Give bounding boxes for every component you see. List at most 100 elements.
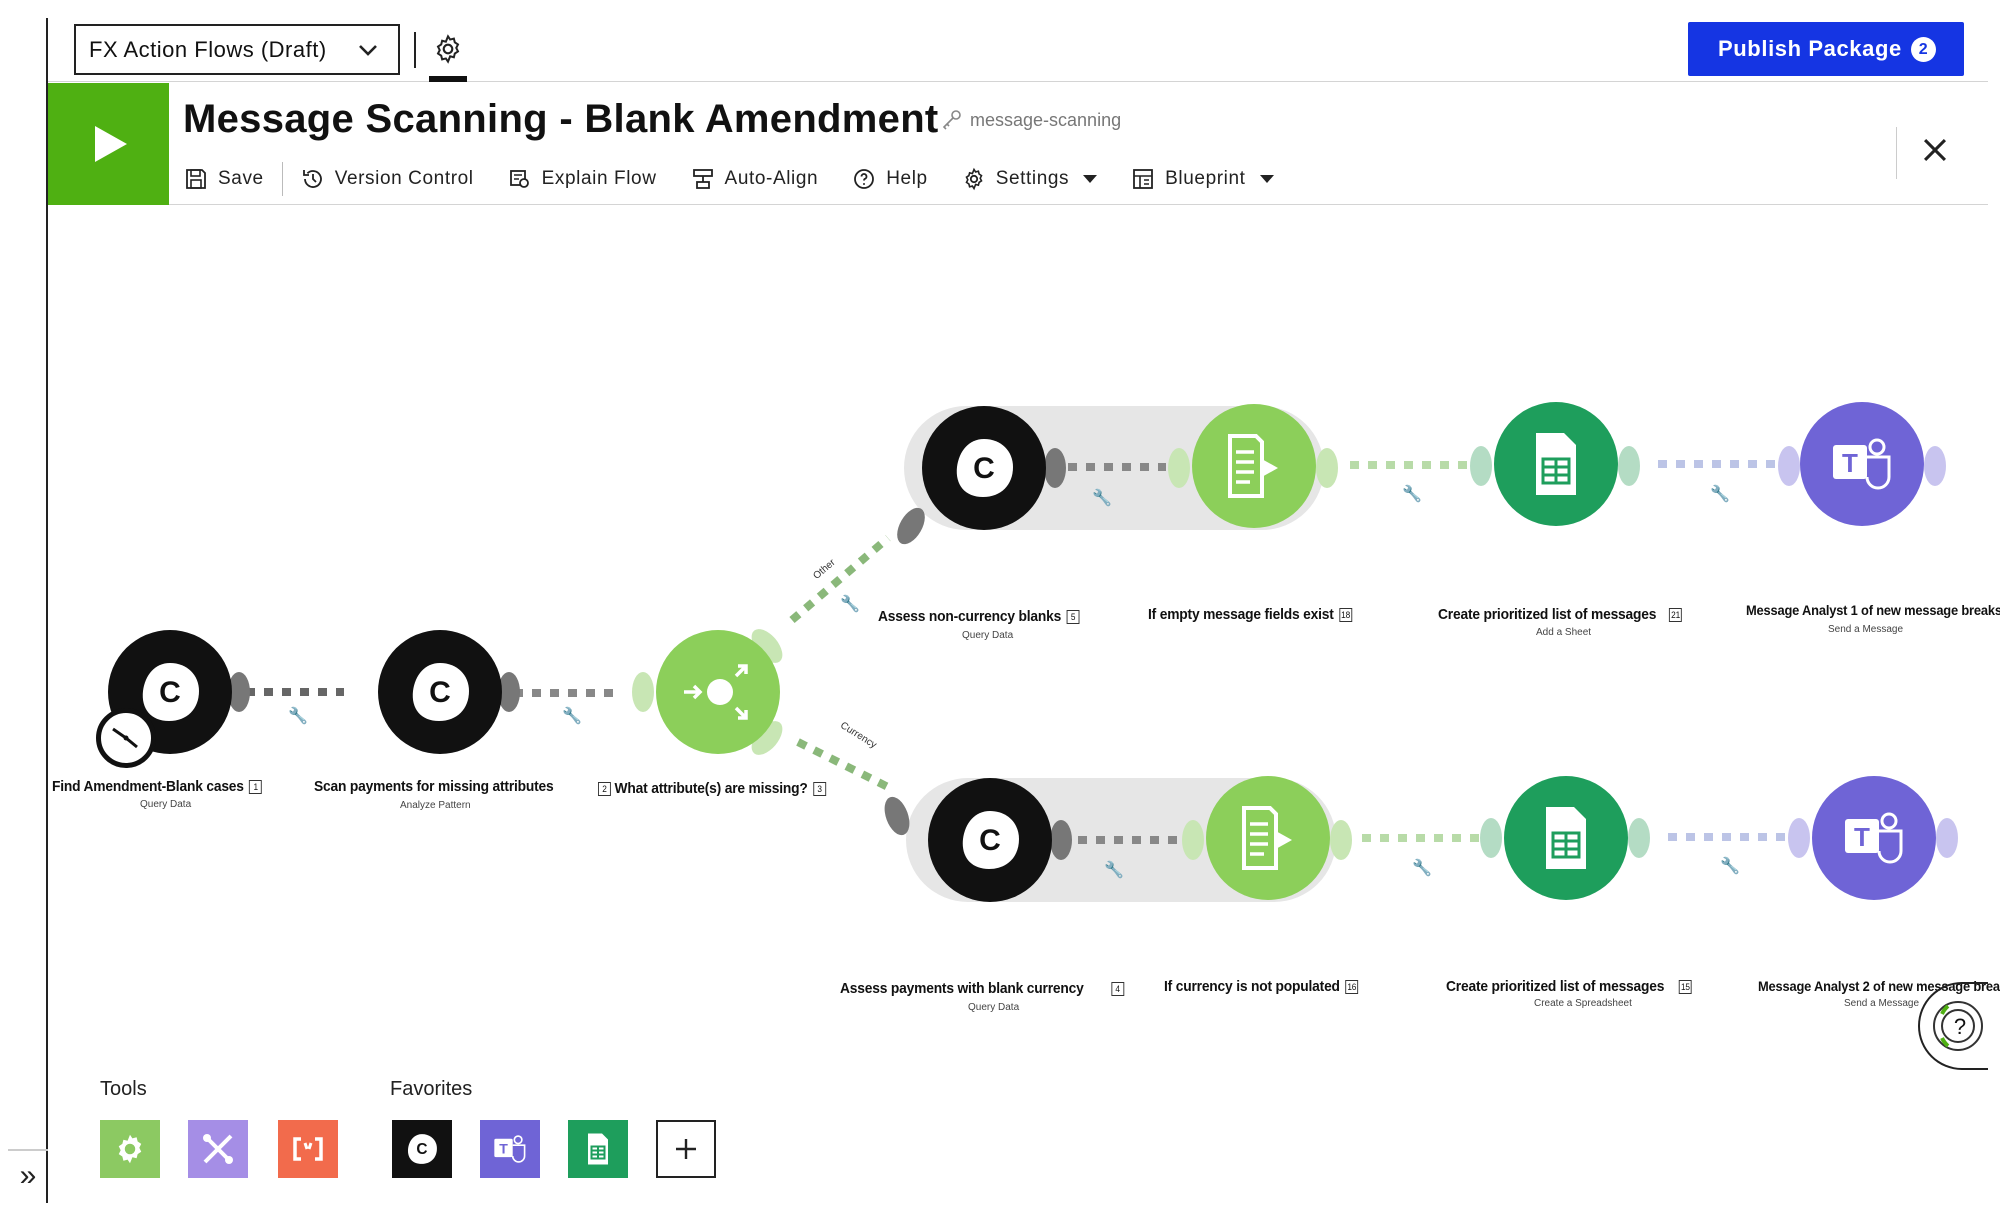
node-handle[interactable] (1330, 820, 1352, 860)
node-sublabel: Send a Message (1844, 998, 1920, 1009)
node-handle[interactable] (1480, 818, 1502, 858)
favorite-c-app-tile[interactable]: C (392, 1120, 452, 1178)
node-handle[interactable] (1316, 448, 1338, 488)
node-label: Message Analyst 1 of new message breaks (1746, 602, 2000, 618)
c-logo-icon: C (407, 1134, 437, 1164)
wrench-icon[interactable]: 🔧 (1104, 860, 1124, 880)
add-favorite-button[interactable] (656, 1120, 716, 1178)
auto-align-label: Auto-Align (724, 168, 819, 189)
node-message-analyst-1[interactable]: T (1800, 402, 1924, 526)
flow-key[interactable]: message-scanning (940, 108, 1121, 132)
run-flow-button[interactable] (48, 83, 169, 205)
wrench-icon[interactable]: 🔧 (840, 594, 860, 614)
node-handle[interactable] (1628, 818, 1650, 858)
node-message-analyst-2[interactable]: T (1812, 776, 1936, 900)
node-sublabel: Send a Message (1828, 624, 1904, 635)
flow-key-text: message-scanning (970, 109, 1122, 130)
node-label: Scan payments for missing attributes (314, 778, 554, 795)
header-divider (1896, 127, 1897, 179)
settings-label: Settings (995, 168, 1070, 189)
wrench-icon[interactable]: 🔧 (1402, 484, 1422, 504)
question-ring-icon: ? (1933, 1001, 1983, 1051)
close-icon[interactable] (1918, 133, 1952, 167)
favorite-sheets-tile[interactable] (568, 1120, 628, 1178)
node-if-empty-fields[interactable] (1192, 404, 1316, 528)
node-scan-payments[interactable]: C (378, 630, 502, 754)
explain-flow-button[interactable]: Explain Flow (508, 167, 657, 191)
node-handle[interactable] (1788, 818, 1810, 858)
gear-icon[interactable] (432, 33, 464, 65)
help-button[interactable]: Help (852, 167, 927, 191)
svg-text:T: T (499, 1140, 508, 1156)
favorites-title: Favorites (390, 1078, 473, 1100)
router-icon (684, 664, 748, 720)
node-label: Create prioritized list of messages 15 (1446, 978, 1692, 995)
wrench-icon[interactable]: 🔧 (1710, 484, 1730, 504)
node-handle[interactable] (1778, 446, 1800, 486)
flow-canvas[interactable]: 🔧 🔧 🔧 🔧 🔧 🔧 🔧 🔧 🔧 Other Currency C Find … (48, 206, 2000, 1126)
svg-text:C: C (979, 824, 1001, 857)
node-label: Create prioritized list of messages 21 (1438, 606, 1683, 623)
node-handle[interactable] (1470, 446, 1492, 486)
favorite-teams-tile[interactable]: T (480, 1120, 540, 1178)
publish-label: Publish Package (1718, 36, 1902, 61)
settings-dropdown[interactable]: Settings (962, 167, 1098, 191)
app-root: » FX Action Flows (Draft) Publish Packag… (0, 0, 2000, 1213)
wrench-icon[interactable]: 🔧 (1092, 488, 1112, 508)
node-label: Assess payments with blank currency 4 (840, 980, 1125, 997)
auto-align-button[interactable]: Auto-Align (691, 167, 819, 191)
node-sublabel: Query Data (968, 1002, 1020, 1013)
node-handle[interactable] (1936, 818, 1958, 858)
svg-text:T: T (1842, 448, 1858, 478)
node-label: 2 What attribute(s) are missing? 3 (598, 780, 827, 797)
blueprint-dropdown[interactable]: Blueprint (1131, 167, 1274, 191)
node-sublabel: Query Data (140, 799, 192, 810)
svg-text:C: C (973, 452, 995, 485)
c-logo-icon: C (956, 439, 1013, 497)
caret-down-icon (1259, 175, 1274, 183)
node-label: Assess non-currency blanks 5 (878, 608, 1080, 625)
publish-count-badge: 2 (1911, 37, 1936, 62)
tool-flow-control-tile[interactable] (188, 1120, 248, 1178)
wrench-icon[interactable]: 🔧 (288, 706, 308, 726)
tool-text-parser-tile[interactable] (278, 1120, 338, 1178)
tool-settings-tile[interactable] (100, 1120, 160, 1178)
node-assess-non-currency[interactable]: C (922, 406, 1046, 530)
node-create-list-bottom[interactable] (1504, 776, 1628, 900)
c-logo-icon: C (962, 811, 1019, 869)
play-icon (94, 126, 127, 162)
publish-package-button[interactable]: Publish Package 2 (1688, 22, 1964, 76)
save-button[interactable]: Save (184, 167, 264, 191)
wrench-icon[interactable]: 🔧 (1412, 858, 1432, 878)
svg-text:C: C (416, 1141, 427, 1158)
explain-icon (509, 170, 529, 188)
node-handle[interactable] (1182, 820, 1204, 860)
node-handle[interactable] (1044, 448, 1066, 488)
node-if-currency-empty[interactable] (1206, 776, 1330, 900)
package-select[interactable]: FX Action Flows (Draft) (74, 24, 400, 75)
spreadsheet-icon (1546, 807, 1586, 869)
node-handle[interactable] (1050, 820, 1072, 860)
node-label: If empty message fields exist 18 (1148, 606, 1353, 623)
teams-icon: T (1833, 438, 1891, 490)
node-handle[interactable] (1924, 446, 1946, 486)
svg-text:T: T (1854, 822, 1870, 852)
node-handle[interactable] (1618, 446, 1640, 486)
wrench-icon[interactable]: 🔧 (562, 706, 582, 726)
wrench-icon[interactable]: 🔧 (1720, 856, 1740, 876)
teams-icon: T (494, 1135, 526, 1163)
package-select-label: FX Action Flows (Draft) (89, 36, 327, 62)
version-control-button[interactable]: Version Control (301, 167, 474, 191)
node-assess-blank-currency[interactable]: C (928, 778, 1052, 902)
node-handle[interactable] (1168, 448, 1190, 488)
node-create-list-top[interactable] (1494, 402, 1618, 526)
filter-document-icon (1228, 434, 1278, 498)
blueprint-icon (1133, 169, 1154, 189)
expand-sidebar-button[interactable]: » (12, 1158, 44, 1194)
node-handle[interactable] (632, 672, 654, 712)
svg-text:C: C (159, 676, 181, 709)
tools-cross-icon (203, 1134, 233, 1164)
router-node[interactable] (656, 630, 780, 754)
schedule-clock-icon[interactable] (96, 708, 156, 768)
key-icon (942, 110, 961, 130)
